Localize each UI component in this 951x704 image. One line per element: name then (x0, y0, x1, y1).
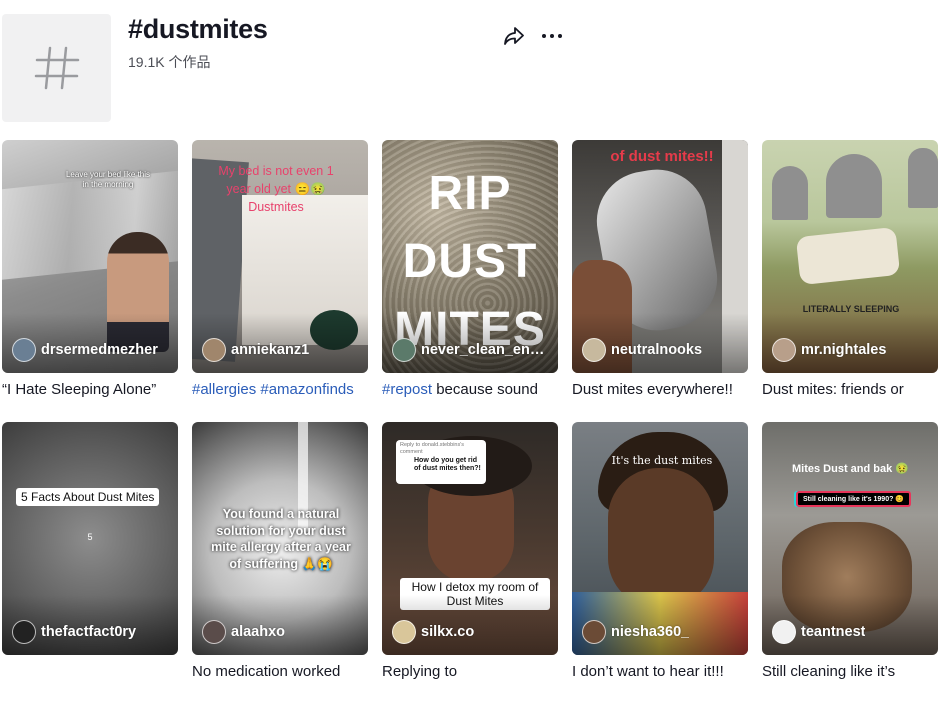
more-options-button[interactable] (540, 24, 564, 48)
more-icon (542, 34, 562, 38)
avatar (392, 620, 416, 644)
video-card[interactable]: 5 Facts About Dust Mites 5 thefactfact0r… (2, 422, 178, 704)
reply-label: Reply to donald.stebbins's comment (400, 442, 465, 455)
author-name[interactable]: never_clean_enou... (392, 338, 552, 362)
video-count: 19.1K 个作品 (128, 54, 211, 70)
avatar (392, 338, 416, 362)
video-thumbnail[interactable]: 5 Facts About Dust Mites 5 thefactfact0r… (2, 422, 178, 655)
video-caption: #repost because sound (382, 381, 538, 398)
author-name[interactable]: alaahxo (202, 620, 285, 644)
hashtag-icon (34, 46, 79, 90)
video-card[interactable]: of dust mites!! neutralnooks Dust mites … (572, 140, 748, 422)
video-card[interactable]: You found a natural solution for your du… (192, 422, 368, 704)
video-caption: Replying to (382, 663, 458, 680)
hashtag-title: #dustmites (128, 14, 268, 44)
overlay-text: My bed is not even 1 year old yet 😑🤢 Dus… (218, 164, 334, 214)
author-name[interactable]: mr.nightales (772, 338, 886, 362)
video-grid: Leave your bed like this in the morning … (2, 140, 942, 704)
avatar (772, 620, 796, 644)
video-caption: No medication worked (192, 663, 341, 680)
author-name[interactable]: niesha360_ (582, 620, 689, 644)
author-name[interactable]: neutralnooks (582, 338, 702, 362)
avatar (202, 620, 226, 644)
video-card[interactable]: Mites Dust and bak 🤢 Still cleaning like… (762, 422, 938, 704)
video-thumbnail[interactable]: Mites Dust and bak 🤢 Still cleaning like… (762, 422, 938, 655)
video-thumbnail[interactable]: Leave your bed like this in the morning … (2, 140, 178, 373)
video-thumbnail[interactable]: LITERALLY SLEEPING mr.nightales (762, 140, 938, 373)
video-caption: #allergies #amazonfinds (192, 381, 368, 399)
video-caption: I don’t want to hear it!!! (572, 663, 724, 680)
hashtag-avatar (2, 14, 111, 122)
hashtag-header: #dustmites 19.1K 个作品 (0, 0, 951, 130)
video-card[interactable]: Leave your bed like this in the morning … (2, 140, 178, 422)
overlay-banner: Still cleaning like it's 1990? 😊 (796, 491, 912, 507)
author-name[interactable]: silkx.co (392, 620, 474, 644)
caption-hashtag[interactable]: #repost (382, 381, 432, 398)
share-button[interactable] (502, 24, 526, 48)
overlay-text: Mites Dust and bak 🤢 (792, 463, 909, 475)
video-card[interactable]: Reply to donald.stebbins's comment How d… (382, 422, 558, 704)
overlay-text: How do you get rid of dust mites then?! (414, 457, 481, 472)
video-card[interactable]: RIP DUST MITES never_clean_enou... #repo… (382, 140, 558, 422)
video-thumbnail[interactable]: of dust mites!! neutralnooks (572, 140, 748, 373)
author-name[interactable]: thefactfact0ry (12, 620, 136, 644)
video-card[interactable]: It's the dust mites niesha360_ I don’t w… (572, 422, 748, 704)
author-name[interactable]: anniekanz1 (202, 338, 309, 362)
overlay-text: Leave your bed like this in the morning (65, 170, 151, 189)
video-thumbnail[interactable]: Reply to donald.stebbins's comment How d… (382, 422, 558, 655)
video-thumbnail[interactable]: RIP DUST MITES never_clean_enou... (382, 140, 558, 373)
avatar (582, 338, 606, 362)
overlay-text: You found a natural solution for your du… (211, 507, 351, 571)
caption-hashtags[interactable]: #allergies #amazonfinds (192, 381, 354, 398)
overlay-number: 5 (87, 532, 93, 542)
overlay-text: It's the dust mites (611, 454, 713, 467)
video-card[interactable]: My bed is not even 1 year old yet 😑🤢 Dus… (192, 140, 368, 422)
video-caption: Still cleaning like it’s (762, 663, 896, 680)
avatar (582, 620, 606, 644)
video-card[interactable]: LITERALLY SLEEPING mr.nightales Dust mit… (762, 140, 938, 422)
author-name[interactable]: drsermedmezher (12, 338, 158, 362)
video-thumbnail[interactable]: You found a natural solution for your du… (192, 422, 368, 655)
avatar (772, 338, 796, 362)
avatar (12, 338, 36, 362)
share-icon (504, 27, 524, 45)
video-caption: Dust mites: friends or (762, 381, 904, 398)
video-caption: Dust mites everywhere!! (572, 381, 733, 398)
avatar (12, 620, 36, 644)
overlay-text: of dust mites!! (610, 148, 714, 165)
video-thumbnail[interactable]: My bed is not even 1 year old yet 😑🤢 Dus… (192, 140, 368, 373)
avatar (202, 338, 226, 362)
video-thumbnail[interactable]: It's the dust mites niesha360_ (572, 422, 748, 655)
author-name[interactable]: teantnest (772, 620, 865, 644)
overlay-text: 5 Facts About Dust Mites (16, 488, 160, 506)
video-caption: “I Hate Sleeping Alone” (2, 381, 157, 398)
